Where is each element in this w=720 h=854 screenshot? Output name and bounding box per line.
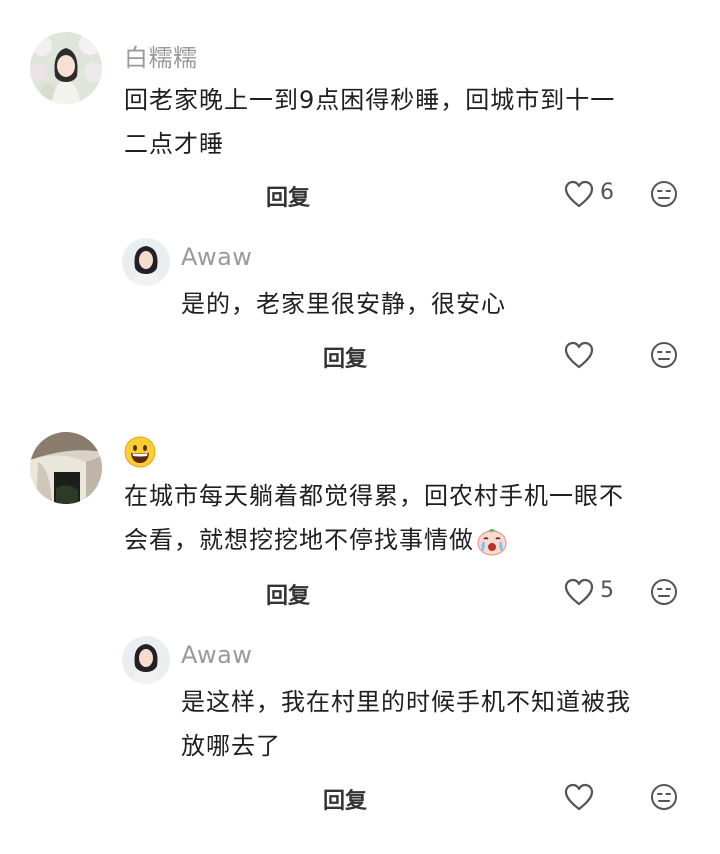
crying-face-emoji [476, 525, 508, 557]
comment-text: 是这样，我在村里的时候手机不知道被我 放哪去了 [181, 680, 701, 768]
username[interactable]: 白糯糯 [124, 38, 198, 73]
heart-outline-icon[interactable] [564, 578, 594, 606]
username[interactable]: Awaw [181, 243, 252, 271]
avatar[interactable] [30, 32, 102, 104]
comment-line: 会看，就想挖挖地不停找事情做 [124, 518, 694, 562]
reply-button[interactable]: 回复 [266, 180, 310, 212]
grinning-face-emoji [124, 436, 156, 468]
comment-line: 是的，老家里很安静，很安心 [181, 290, 506, 318]
neutral-face-icon[interactable] [650, 180, 678, 208]
comment-line: 是这样，我在村里的时候手机不知道被我 [181, 688, 631, 716]
reply-button[interactable]: 回复 [266, 578, 310, 610]
username[interactable]: Awaw [181, 641, 252, 669]
neutral-face-icon[interactable] [650, 341, 678, 369]
comment-line: 在城市每天躺着都觉得累，回农村手机一眼不 [124, 482, 624, 510]
comment-text: 在城市每天躺着都觉得累，回农村手机一眼不 会看，就想挖挖地不停找事情做 [124, 474, 694, 562]
comment-line: 回老家晚上一到9点困得秒睡，回城市到十一 [124, 86, 616, 114]
comment-text: 回老家晚上一到9点困得秒睡，回城市到十一 二点才睡 [124, 78, 684, 166]
neutral-face-icon[interactable] [650, 783, 678, 811]
comment-line: 放哪去了 [181, 732, 281, 760]
avatar[interactable] [30, 432, 102, 504]
reply-button[interactable]: 回复 [323, 783, 367, 815]
avatar[interactable] [122, 636, 170, 684]
heart-outline-icon[interactable] [564, 180, 594, 208]
heart-outline-icon[interactable] [564, 341, 594, 369]
avatar[interactable] [122, 238, 170, 286]
heart-outline-icon[interactable] [564, 783, 594, 811]
neutral-face-icon[interactable] [650, 578, 678, 606]
like-count: 5 [600, 578, 614, 603]
comment-text: 是的，老家里很安静，很安心 [181, 282, 691, 326]
like-count: 6 [600, 180, 614, 205]
comment-line: 二点才睡 [124, 130, 224, 158]
reply-button[interactable]: 回复 [323, 341, 367, 373]
